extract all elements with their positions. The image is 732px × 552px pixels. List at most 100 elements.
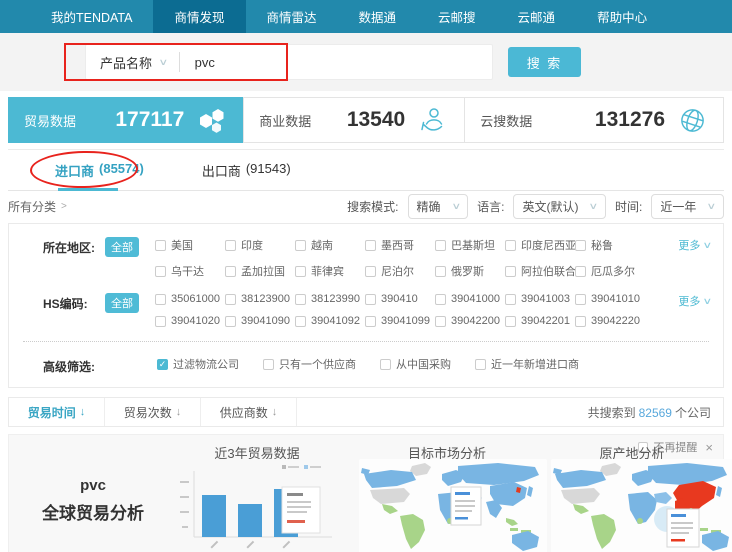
hs-checkbox[interactable]: 38123900	[225, 293, 295, 305]
checkbox-label: 墨西哥	[381, 237, 414, 253]
hs-checkbox[interactable]: 39042220	[575, 315, 645, 327]
hs-checkbox[interactable]: 39041010	[575, 293, 645, 305]
region-checkbox[interactable]: 美国	[155, 237, 225, 253]
time-select[interactable]: 近一年 ∨	[651, 194, 724, 219]
hs-checkbox[interactable]: 39041090	[225, 315, 295, 327]
nav-item-business-discovery[interactable]: 商情发现	[153, 0, 245, 33]
hs-checkbox[interactable]: 390410	[365, 293, 435, 305]
checkbox-icon	[575, 316, 586, 327]
stat-cloud-search-data[interactable]: 云搜数据 131276	[464, 97, 724, 143]
analysis-promo-panel: 不再提醒 × 近3年贸易数据 目标市场分析 原产地分析 pvc 全球贸易分析	[8, 434, 724, 552]
map-tooltip-card	[451, 487, 481, 525]
checkbox-icon	[295, 316, 306, 327]
nav-item-my-tendata[interactable]: 我的TENDATA	[30, 0, 153, 33]
sort-by-supplier-count[interactable]: 供应商数 ↓	[201, 398, 297, 426]
chevron-down-icon: ∨	[158, 57, 168, 68]
region-all-button[interactable]: 全部	[105, 237, 139, 257]
nav-item-help-center[interactable]: 帮助中心	[576, 0, 668, 33]
hs-checkbox[interactable]: 39042200	[435, 315, 505, 327]
region-checkbox[interactable]: 尼泊尔	[365, 263, 435, 279]
region-checkbox[interactable]: 乌干达	[155, 263, 225, 279]
region-checkbox[interactable]: 俄罗斯	[435, 263, 505, 279]
result-summary: 共搜索到82569个公司	[588, 404, 723, 421]
hs-checkbox[interactable]: 39042201	[505, 315, 575, 327]
all-categories-link[interactable]: 所有分类 >	[8, 198, 67, 215]
promo-product: pvc	[23, 477, 163, 494]
region-checkbox[interactable]: 厄瓜多尔	[575, 263, 645, 279]
region-label: 所在地区:	[43, 237, 105, 256]
checkbox-icon	[365, 294, 376, 305]
checkbox-icon	[435, 240, 446, 251]
region-checkbox[interactable]: 巴基斯坦	[435, 237, 505, 253]
advanced-checkbox-buy-from-china[interactable]: 从中国采购	[380, 356, 451, 372]
advanced-checkbox-filter-logistics[interactable]: 过滤物流公司	[157, 356, 239, 372]
filter-panel: 所在地区: 全部 美国 印度 越南 墨西哥 巴基斯坦 印度尼西亚 秘鲁 乌干达 …	[8, 223, 724, 388]
nav-item-data-pass[interactable]: 数据通	[338, 0, 418, 33]
hs-all-button[interactable]: 全部	[105, 293, 139, 313]
region-checkbox[interactable]: 墨西哥	[365, 237, 435, 253]
globe-icon	[678, 106, 707, 135]
language-select[interactable]: 英文(默认) ∨	[513, 194, 606, 219]
checkbox-label: 39042201	[521, 315, 570, 327]
region-checkbox[interactable]: 菲律宾	[295, 263, 365, 279]
nav-item-cloud-mail-search[interactable]: 云邮搜	[417, 0, 497, 33]
hs-checkbox[interactable]: 35061000	[155, 293, 225, 305]
target-market-map-preview	[359, 459, 547, 552]
tab-exporters[interactable]: 出口商 (91543)	[202, 161, 291, 180]
result-suffix: 个公司	[675, 406, 711, 420]
chevron-down-icon: ∨	[589, 201, 599, 212]
region-checkbox[interactable]: 孟加拉国	[225, 263, 295, 279]
tab-count: (85574)	[99, 161, 144, 180]
checkbox-icon	[155, 294, 166, 305]
bar-year-1	[202, 495, 226, 537]
region-checkbox[interactable]: 越南	[295, 237, 365, 253]
importer-exporter-tabs: 进口商 (85574) 出口商 (91543)	[8, 149, 724, 191]
promo-title-block: pvc 全球贸易分析	[23, 477, 163, 524]
sort-bar: 贸易时间 ↓ 贸易次数 ↓ 供应商数 ↓ 共搜索到82569个公司	[8, 397, 724, 427]
hs-checkbox[interactable]: 39041092	[295, 315, 365, 327]
region-checkbox[interactable]: 秘鲁	[575, 237, 645, 253]
checkbox-label: 38123990	[311, 293, 360, 305]
checkbox-icon	[157, 359, 168, 370]
region-checkbox[interactable]: 印度尼西亚	[505, 237, 575, 253]
region-more-link[interactable]: 更多 ∨	[678, 237, 711, 253]
checkbox-icon	[365, 316, 376, 327]
advanced-checkbox-single-supplier[interactable]: 只有一个供应商	[263, 356, 356, 372]
chevron-down-icon: ∨	[703, 240, 713, 251]
tab-importers[interactable]: 进口商 (85574)	[55, 161, 144, 180]
chevron-right-icon: >	[61, 201, 67, 212]
checkbox-label: 近一年新增进口商	[491, 356, 579, 372]
nav-item-cloud-mail-pass[interactable]: 云邮通	[497, 0, 577, 33]
nav-item-business-radar[interactable]: 商情雷达	[246, 0, 338, 33]
search-input[interactable]	[180, 55, 492, 70]
hs-checkbox[interactable]: 38123990	[295, 293, 365, 305]
advanced-checkbox-new-importers[interactable]: 近一年新增进口商	[475, 356, 579, 372]
checkbox-label: 从中国采购	[396, 356, 451, 372]
region-checkbox[interactable]: 印度	[225, 237, 295, 253]
hs-checkbox[interactable]: 39041020	[155, 315, 225, 327]
sort-by-trade-time[interactable]: 贸易时间 ↓	[9, 398, 105, 426]
hs-checkbox[interactable]: 39041000	[435, 293, 505, 305]
checkbox-label: 39041003	[521, 293, 570, 305]
hs-checkbox[interactable]: 39041099	[365, 315, 435, 327]
close-icon[interactable]: ×	[705, 441, 713, 454]
tab-count: (91543)	[246, 161, 291, 180]
stat-business-data[interactable]: 商业数据 13540	[243, 97, 465, 143]
chevron-down-icon: ∨	[707, 201, 717, 212]
checkbox-label: 菲律宾	[311, 263, 344, 279]
search-mode-select[interactable]: 精确 ∨	[408, 194, 469, 219]
checkbox-label: 孟加拉国	[241, 263, 285, 279]
stat-label: 贸易数据	[24, 111, 76, 130]
stat-trade-data[interactable]: 贸易数据 177117	[8, 97, 244, 143]
search-button[interactable]: 搜 索	[508, 47, 581, 77]
checkbox-icon	[365, 240, 376, 251]
checkbox-icon	[225, 294, 236, 305]
options-row: 所有分类 > 搜索模式: 精确 ∨ 语言: 英文(默认) ∨ 时间: 近一年 ∨	[8, 191, 724, 221]
search-field-select[interactable]: 产品名称 ∨	[86, 53, 179, 72]
checkbox-icon	[575, 266, 586, 277]
sort-by-trade-count[interactable]: 贸易次数 ↓	[105, 398, 201, 426]
hs-checkbox[interactable]: 39041003	[505, 293, 575, 305]
region-checkbox[interactable]: 阿拉伯联合...	[505, 263, 575, 279]
hs-more-link[interactable]: 更多 ∨	[678, 293, 711, 309]
checkbox-label: 越南	[311, 237, 333, 253]
